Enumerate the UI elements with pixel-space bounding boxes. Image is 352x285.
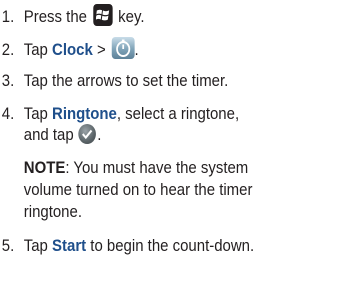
step-3: 3. Tap the arrows to set the timer. xyxy=(2,70,229,92)
note-text: volume turned on to hear the timer xyxy=(23,180,253,199)
step-4-line-2: and tap . xyxy=(23,124,102,146)
step-text: Tap the arrows to set the timer. xyxy=(23,71,229,90)
step-number: 4. xyxy=(1,104,15,123)
clock-keyword: Clock xyxy=(52,40,93,59)
step-1: 1. Press the key. xyxy=(2,4,145,28)
step-text: Tap xyxy=(23,104,53,123)
windows-key-icon xyxy=(92,4,113,26)
ok-button-icon xyxy=(78,124,97,144)
step-text-end: key. xyxy=(114,7,145,26)
step-text-end: to begin the count-down. xyxy=(86,236,255,255)
step-number: 1. xyxy=(1,7,15,26)
step-text-end: . xyxy=(134,40,139,59)
start-keyword: Start xyxy=(52,236,87,255)
step-5: 5. Tap Start to begin the count-down. xyxy=(2,235,254,257)
instructions-document: 1. Press the key. 2. Tap Clock > . 3. Tap t… xyxy=(0,0,310,285)
step-4: 4. Tap Ringtone, select a ringtone, xyxy=(2,103,239,125)
step-number: 3. xyxy=(1,71,15,90)
step-text: Tap xyxy=(23,40,53,59)
note-line-3: ringtone. xyxy=(24,201,82,223)
ringtone-keyword: Ringtone xyxy=(52,104,117,123)
note-text: : You must have the system xyxy=(65,158,249,177)
step-text-mid: , select a ringtone, xyxy=(116,104,240,123)
step-text: Press the xyxy=(23,7,87,26)
note-line-1: NOTE: You must have the system xyxy=(24,157,249,179)
note-line-2: volume turned on to hear the timer xyxy=(24,179,253,201)
note-text: ringtone. xyxy=(23,202,82,221)
step-text: and tap xyxy=(23,125,78,144)
step-number: 2. xyxy=(1,40,15,59)
timer-icon xyxy=(111,37,135,59)
step-number: 5. xyxy=(1,236,15,255)
step-text: Tap xyxy=(23,236,53,255)
step-2: 2. Tap Clock > . xyxy=(2,37,139,61)
note-label: NOTE xyxy=(23,158,66,177)
separator: > xyxy=(92,40,110,59)
step-text-end: . xyxy=(97,125,102,144)
